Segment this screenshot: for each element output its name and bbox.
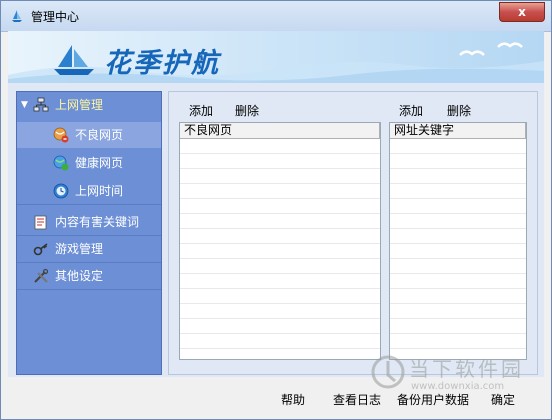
sidebar-item-label: 不良网页 [75,128,124,142]
watermark-text: 当下软件园 [409,357,524,381]
birds-icon [459,42,523,56]
banner-title: 花季护航 [104,48,220,79]
sidebar-item-label: 健康网页 [75,156,124,170]
sidebar-item-harmful-keywords[interactable]: 内容有害关键词 [17,209,161,236]
window-title: 管理中心 [31,10,80,24]
sidebar-item-label: 内容有害关键词 [55,215,140,229]
sidebar-item-healthy-webpages[interactable]: 健康网页 [17,150,161,176]
bad-webpage-list-rows[interactable] [180,139,380,359]
watermark: 当下软件园 www.downxia.com [365,351,537,407]
main-window: 管理中心 x 花季护航 ▼ 上网管理 不良网页 健康网页 上网时间 内容有害关键… [0,0,552,420]
content-area: ▼ 上网管理 不良网页 健康网页 上网时间 内容有害关键词 游戏管理 其他设定 … [8,83,544,377]
sailboat-logo-icon [54,45,94,75]
delete-url-keyword-button[interactable]: 删除 [447,102,471,119]
watermark-url: www.downxia.com [411,381,505,392]
watermark-logo-icon [371,355,405,389]
delete-bad-webpage-button[interactable]: 删除 [235,102,259,119]
title-bar[interactable]: 管理中心 x [1,1,551,32]
sidebar-item-label: 上网管理 [55,98,104,112]
bad-webpage-column-header[interactable]: 不良网页 [180,123,380,139]
app-icon [12,10,22,22]
key-icon [33,243,48,256]
sidebar-item-game-management[interactable]: 游戏管理 [17,236,161,263]
url-keyword-column-header[interactable]: 网址关键字 [390,123,526,139]
sidebar-item-other-settings[interactable]: 其他设定 [17,263,161,290]
url-keyword-list-rows[interactable] [390,139,526,359]
sidebar-item-label: 上网时间 [75,184,124,198]
document-icon [34,215,47,230]
clock-icon [53,183,69,199]
sidebar: ▼ 上网管理 不良网页 健康网页 上网时间 内容有害关键词 游戏管理 其他设定 [16,91,162,375]
sidebar-item-label: 游戏管理 [55,242,104,256]
sidebar-item-internet-management[interactable]: ▼ 上网管理 [17,92,161,118]
help-button[interactable]: 帮助 [281,391,305,408]
network-icon [33,97,49,112]
banner: 花季护航 [8,31,544,83]
sidebar-item-label: 其他设定 [55,269,104,283]
add-bad-webpage-button[interactable]: 添加 [189,102,213,119]
close-button[interactable]: x [499,2,545,22]
healthy-web-icon [53,155,69,171]
main-panel: 添加 删除 不良网页 添加 删除 网址关键字 [168,91,538,375]
sidebar-item-internet-time[interactable]: 上网时间 [17,178,161,205]
bad-web-icon [53,127,69,143]
url-keyword-list[interactable]: 网址关键字 [389,122,527,360]
add-url-keyword-button[interactable]: 添加 [399,102,423,119]
expand-arrow-icon[interactable]: ▼ [21,92,28,118]
bad-webpage-list[interactable]: 不良网页 [179,122,381,360]
tools-icon [34,268,49,283]
sidebar-item-bad-webpages[interactable]: 不良网页 [17,122,161,148]
